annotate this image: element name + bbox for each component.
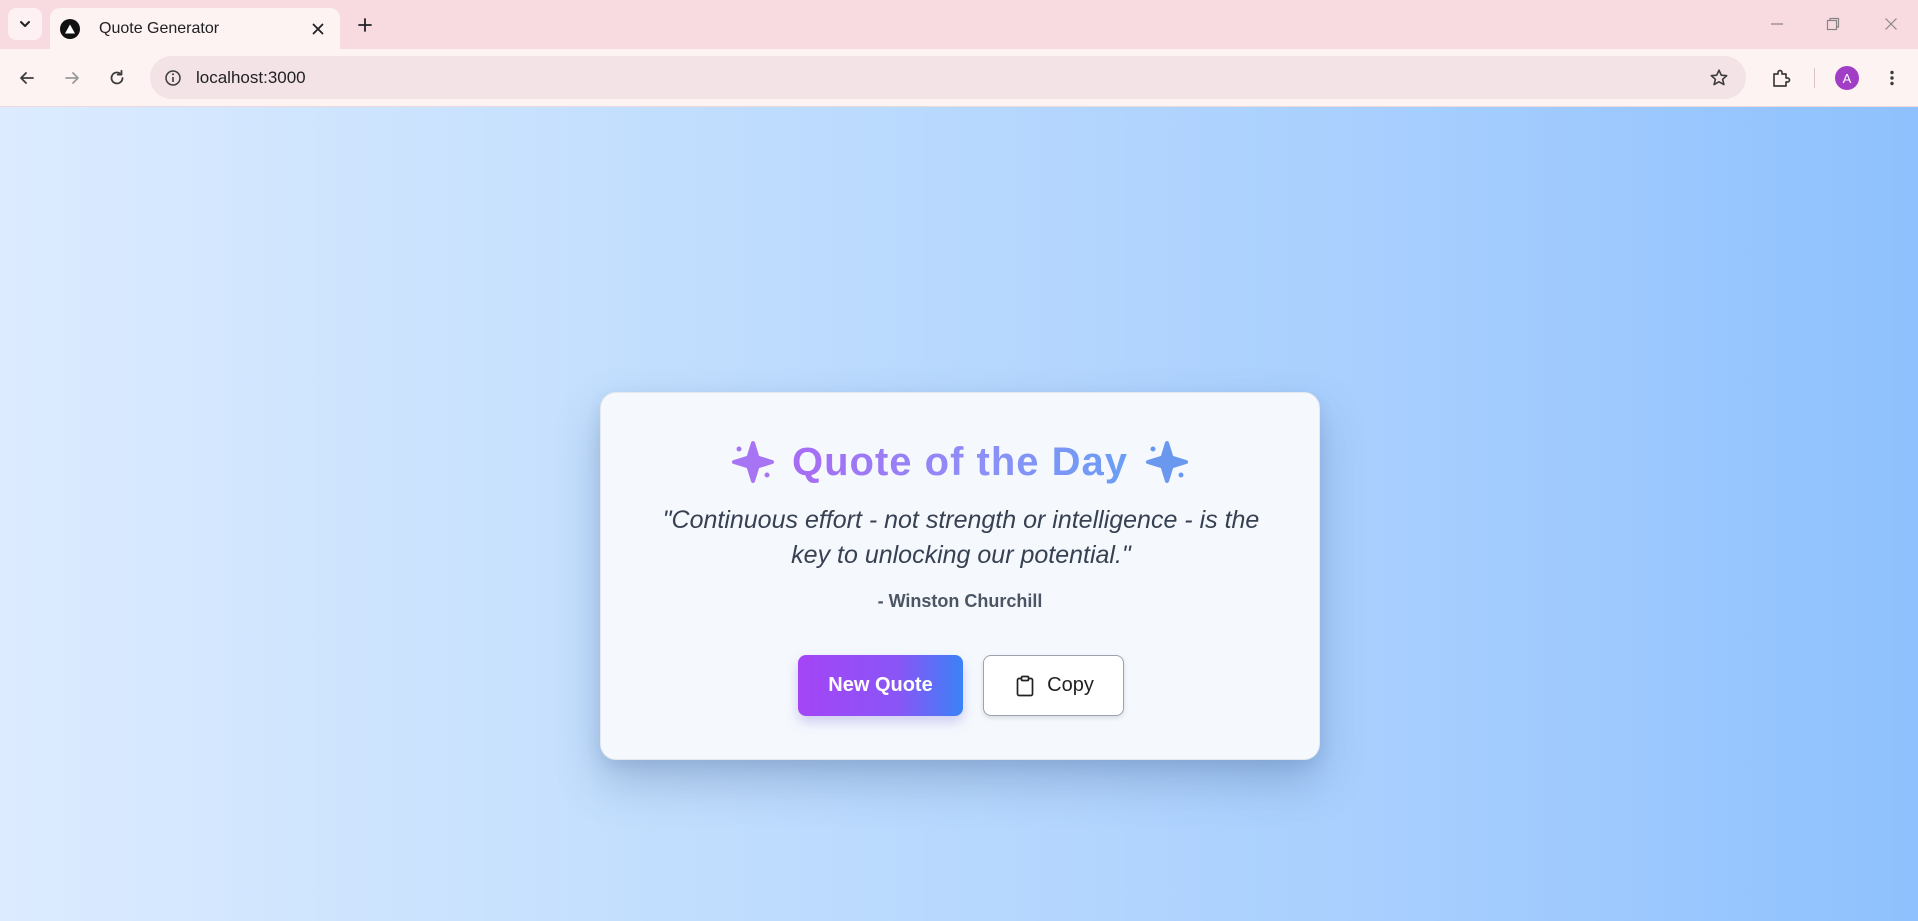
arrow-left-icon bbox=[20, 72, 34, 84]
quote-author: - Winston Churchill bbox=[877, 591, 1043, 611]
chevron-down-icon bbox=[20, 21, 30, 27]
more-vertical-icon bbox=[1890, 70, 1894, 86]
extensions-button[interactable] bbox=[1765, 62, 1797, 94]
copy-button[interactable]: Copy bbox=[983, 655, 1124, 716]
sparkle-icon bbox=[1146, 441, 1189, 483]
page-background: Quote of the Day "Continuous effort - no… bbox=[0, 107, 1918, 921]
favicon-icon bbox=[60, 18, 80, 39]
tab-title: Quote Generator bbox=[99, 19, 220, 37]
reload-button[interactable] bbox=[101, 62, 133, 94]
sparkle-icon bbox=[731, 441, 774, 483]
new-quote-label: New Quote bbox=[828, 674, 933, 696]
plus-icon bbox=[358, 18, 372, 32]
back-button[interactable] bbox=[11, 62, 43, 94]
copy-label: Copy bbox=[1047, 674, 1094, 696]
new-quote-button[interactable]: New Quote bbox=[798, 655, 963, 716]
restore-icon bbox=[1826, 17, 1840, 31]
browser-menu-button[interactable] bbox=[1876, 62, 1908, 94]
card-title: Quote of the Day bbox=[791, 439, 1129, 484]
close-icon bbox=[312, 23, 324, 34]
close-window-button[interactable] bbox=[1876, 10, 1906, 38]
quote-text: "Continuous effort - not strength or int… bbox=[662, 506, 1260, 569]
tab-search-button[interactable] bbox=[8, 8, 42, 40]
toolbar-divider bbox=[1814, 68, 1815, 88]
minimize-button[interactable] bbox=[1762, 10, 1792, 38]
browser-tab-strip: Quote Generator bbox=[0, 0, 1918, 49]
clipboard-icon bbox=[1013, 674, 1037, 698]
minimize-icon bbox=[1771, 23, 1783, 25]
new-tab-button[interactable] bbox=[351, 11, 379, 39]
address-bar[interactable]: localhost:3000 bbox=[150, 56, 1746, 99]
browser-toolbar: localhost:3000 A bbox=[0, 49, 1918, 107]
profile-avatar[interactable]: A bbox=[1835, 66, 1859, 90]
browser-tab[interactable]: Quote Generator bbox=[50, 8, 340, 49]
arrow-right-icon bbox=[65, 72, 79, 84]
restore-button[interactable] bbox=[1818, 10, 1848, 38]
url-text: localhost:3000 bbox=[196, 67, 306, 87]
close-tab-button[interactable] bbox=[308, 19, 328, 39]
site-info-icon[interactable] bbox=[160, 65, 186, 91]
close-icon bbox=[1885, 18, 1897, 30]
forward-button[interactable] bbox=[56, 62, 88, 94]
bookmark-star-icon[interactable] bbox=[1706, 65, 1732, 91]
puzzle-icon bbox=[1773, 69, 1791, 87]
quote-card: Quote of the Day "Continuous effort - no… bbox=[600, 392, 1320, 760]
reload-icon bbox=[110, 69, 124, 85]
card-header: Quote of the Day bbox=[601, 437, 1319, 487]
